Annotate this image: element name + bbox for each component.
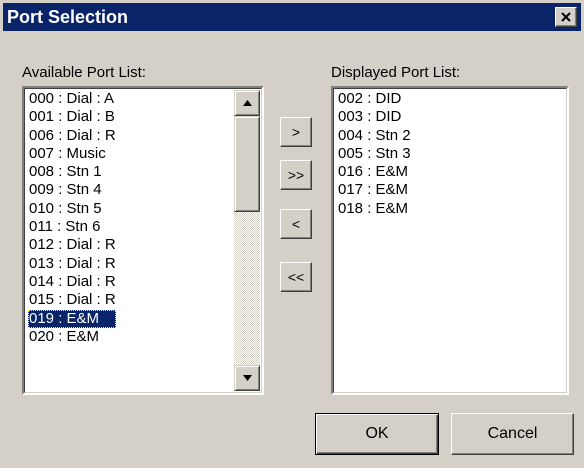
list-item[interactable]: 000 : Dial : A xyxy=(28,90,116,108)
arrow-up-icon xyxy=(243,100,252,106)
available-list-scrollbar[interactable] xyxy=(234,90,260,391)
window-title: Port Selection xyxy=(7,7,129,27)
available-port-list-label: Available Port List: xyxy=(22,64,146,81)
list-item[interactable]: 017 : E&M xyxy=(337,181,411,199)
list-item[interactable]: 015 : Dial : R xyxy=(28,291,116,309)
displayed-port-list[interactable]: 002 : DID 003 : DID 004 : Stn 2 005 : Stn 3… xyxy=(331,86,569,395)
available-port-list[interactable]: 000 : Dial : A 001 : Dial : B 006 : Dial :… xyxy=(22,86,264,395)
displayed-port-items: 002 : DID 003 : DID 004 : Stn 2 005 : Stn 3… xyxy=(337,90,411,218)
close-icon xyxy=(561,12,571,22)
list-item[interactable]: 009 : Stn 4 xyxy=(28,181,116,199)
list-item[interactable]: 013 : Dial : R xyxy=(28,255,116,273)
list-item[interactable]: 019 : E&M xyxy=(28,309,116,328)
list-item[interactable]: 020 : E&M xyxy=(28,328,116,346)
list-item[interactable]: 008 : Stn 1 xyxy=(28,163,116,181)
arrow-down-icon xyxy=(243,375,252,381)
port-selection-dialog: Port Selection Available Port List: Disp… xyxy=(0,0,584,468)
list-item[interactable]: 004 : Stn 2 xyxy=(337,127,411,145)
list-item[interactable]: 010 : Stn 5 xyxy=(28,200,116,218)
cancel-button[interactable]: Cancel xyxy=(451,413,574,455)
add-all-button[interactable]: >> xyxy=(280,160,312,190)
title-bar[interactable]: Port Selection xyxy=(3,3,581,31)
list-item[interactable]: 014 : Dial : R xyxy=(28,273,116,291)
displayed-port-list-label: Displayed Port List: xyxy=(331,64,461,81)
list-item[interactable]: 006 : Dial : R xyxy=(28,127,116,145)
list-item[interactable]: 005 : Stn 3 xyxy=(337,145,411,163)
list-item[interactable]: 012 : Dial : R xyxy=(28,236,116,254)
list-item[interactable]: 018 : E&M xyxy=(337,200,411,218)
ok-button[interactable]: OK xyxy=(315,413,439,455)
scroll-down-button[interactable] xyxy=(234,365,260,391)
list-item[interactable]: 002 : DID xyxy=(337,90,411,108)
available-port-items: 000 : Dial : A 001 : Dial : B 006 : Dial :… xyxy=(28,90,116,346)
remove-button[interactable]: < xyxy=(280,209,312,239)
scroll-up-button[interactable] xyxy=(234,90,260,116)
add-button[interactable]: > xyxy=(280,117,312,147)
list-item[interactable]: 003 : DID xyxy=(337,108,411,126)
remove-all-button[interactable]: << xyxy=(280,262,312,292)
scroll-thumb[interactable] xyxy=(234,116,260,212)
close-button[interactable] xyxy=(555,7,577,27)
list-item[interactable]: 001 : Dial : B xyxy=(28,108,116,126)
list-item[interactable]: 011 : Stn 6 xyxy=(28,218,116,236)
list-item[interactable]: 007 : Music xyxy=(28,145,116,163)
list-item[interactable]: 016 : E&M xyxy=(337,163,411,181)
